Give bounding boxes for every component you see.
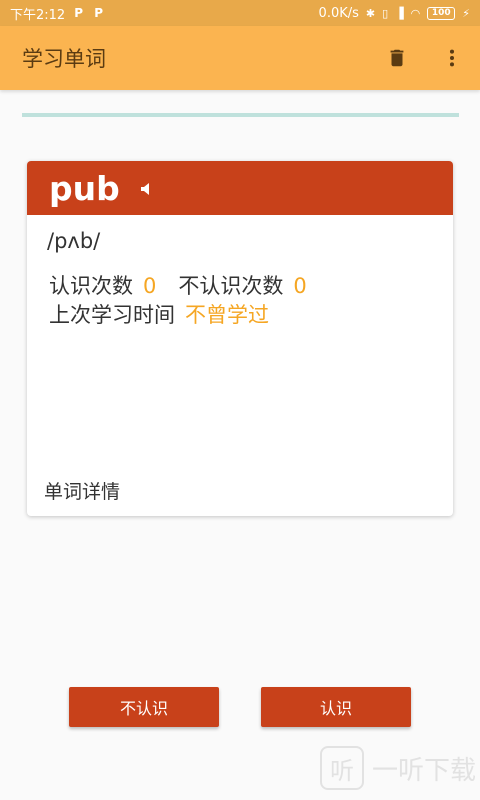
status-time: 下午2:12	[10, 7, 66, 23]
status-right: 0.0K/s ✱ ▯ ▐ ◠ 100 ⚡	[319, 6, 470, 21]
word-header: pub	[27, 161, 453, 215]
wifi-icon: ◠	[410, 6, 421, 20]
count-row: 认识次数 0 不认识次数 0	[49, 272, 307, 301]
trash-icon[interactable]	[386, 47, 408, 69]
more-vert-icon[interactable]	[448, 47, 456, 69]
page-title: 学习单词	[22, 47, 106, 71]
word-text: pub	[49, 168, 120, 208]
vibrate-icon: ▯	[382, 6, 389, 20]
unknown-count-value: 0	[293, 274, 307, 298]
known-count-value: 0	[143, 274, 157, 298]
word-card: pub /pʌb/ 认识次数 0 不认识次数 0 上次学习时间 不曾学过 单词详情	[27, 161, 453, 516]
progress-bar	[22, 113, 459, 117]
last-study-row: 上次学习时间 不曾学过	[49, 301, 307, 330]
app-bar: 学习单词	[0, 26, 480, 90]
watermark-text: 一听下载	[371, 755, 476, 786]
word-detail-link[interactable]: 单词详情	[44, 477, 120, 504]
study-stats: 认识次数 0 不认识次数 0 上次学习时间 不曾学过	[49, 272, 307, 330]
phonetic-text: /pʌb/	[47, 229, 101, 253]
unknown-count-label: 不认识次数	[178, 274, 284, 298]
last-study-value: 不曾学过	[185, 303, 269, 327]
notification-p-icon: P	[94, 6, 104, 20]
status-left: 下午2:12 P P	[10, 4, 105, 23]
network-speed: 0.0K/s	[318, 5, 359, 21]
bluetooth-icon: ✱	[365, 6, 376, 20]
battery-icon: 100	[427, 6, 456, 20]
charging-icon: ⚡	[462, 6, 470, 20]
signal-icon: ▐	[395, 6, 404, 20]
watermark-logo-icon: 听	[319, 746, 364, 790]
watermark: 听 一听下载	[319, 746, 476, 790]
speaker-icon[interactable]	[139, 181, 155, 197]
status-bar: 下午2:12 P P 0.0K/s ✱ ▯ ▐ ◠ 100 ⚡	[0, 0, 480, 26]
known-button[interactable]: 认识	[261, 687, 411, 727]
notification-p-icon: P	[74, 6, 84, 20]
last-study-label: 上次学习时间	[49, 303, 175, 327]
unknown-button[interactable]: 不认识	[69, 687, 219, 727]
known-count-label: 认识次数	[49, 274, 133, 298]
